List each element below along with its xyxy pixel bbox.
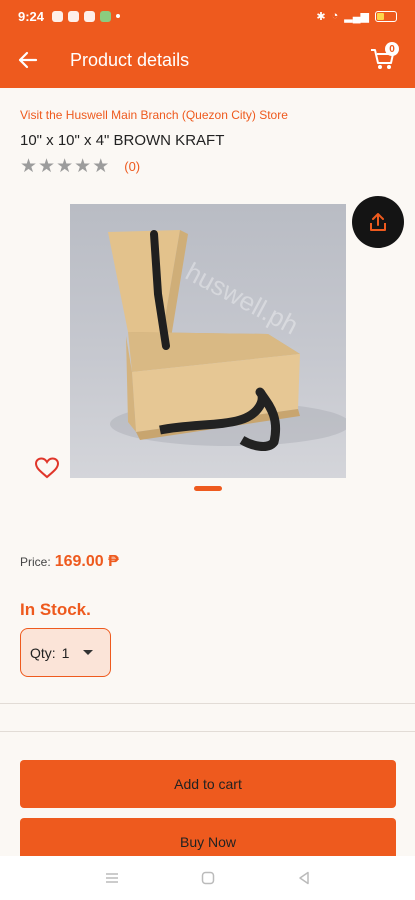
star-icon: ★: [92, 156, 110, 177]
image-pager-indicator: [194, 486, 222, 491]
product-image[interactable]: huswell.ph: [70, 204, 346, 478]
status-bar: 9:24 ✱ ◔ ▂▄▆: [0, 0, 415, 32]
star-rating: ★ ★ ★ ★ ★ (0): [20, 157, 140, 176]
add-to-cart-button[interactable]: Add to cart: [20, 760, 396, 808]
share-button[interactable]: [352, 196, 404, 248]
cart-count-badge: 0: [385, 42, 399, 56]
app-bar: Product details 0: [0, 32, 415, 88]
menu-icon: [105, 873, 118, 883]
quantity-dropdown[interactable]: Qty: 1: [20, 628, 111, 677]
back-button[interactable]: [0, 32, 56, 88]
app-icon: [100, 10, 112, 22]
divider: [0, 731, 415, 732]
notification-icon: [52, 10, 64, 22]
star-icon: ★: [74, 156, 92, 177]
system-icons: ✱ ◔ ▂▄▆: [316, 10, 397, 23]
price-row: Price: 169.00 ₱: [20, 553, 119, 571]
share-icon: [370, 213, 386, 231]
signal-icon: ▂▄▆: [344, 10, 369, 23]
more-notifications-icon: [116, 14, 121, 18]
status-time: 9:24: [18, 8, 45, 24]
page-title: Product details: [70, 49, 190, 70]
home-button[interactable]: [200, 870, 216, 886]
game-icon: [84, 10, 96, 22]
stock-status: In Stock.: [20, 600, 91, 619]
brown-kraft-box-illustration: huswell.ph: [108, 230, 346, 451]
price-label: Price:: [20, 555, 51, 569]
favorite-button[interactable]: [34, 456, 60, 480]
product-title: 10" x 10" x 4" BROWN KRAFT: [20, 132, 225, 149]
notification-icons: [52, 10, 121, 22]
quantity-label: Qty:: [30, 644, 56, 661]
star-icon: ★: [20, 156, 38, 177]
price-value: 169.00 ₱: [54, 553, 119, 570]
back-triangle-icon: [298, 871, 309, 885]
rating-count[interactable]: (0): [124, 159, 140, 174]
system-navigation-bar: [0, 856, 415, 900]
back-arrow-icon: [18, 51, 38, 69]
cart-button[interactable]: 0: [369, 42, 399, 74]
back-nav-button[interactable]: [296, 870, 312, 886]
wifi-icon: ◔: [331, 10, 339, 22]
bluetooth-icon: ✱: [316, 10, 326, 23]
star-icon: ★: [56, 156, 74, 177]
watermark-text: huswell.ph: [181, 256, 304, 340]
star-icon: ★: [38, 156, 56, 177]
home-icon: [201, 871, 214, 885]
heart-icon: [34, 457, 60, 479]
battery-icon: [375, 10, 397, 22]
divider: [0, 703, 415, 704]
messenger-icon: [68, 10, 80, 22]
quantity-value: 1: [61, 644, 70, 661]
recent-apps-button[interactable]: [104, 870, 120, 886]
dropdown-arrow-icon: [83, 650, 94, 655]
store-link[interactable]: Visit the Huswell Main Branch (Quezon Ci…: [20, 108, 288, 122]
